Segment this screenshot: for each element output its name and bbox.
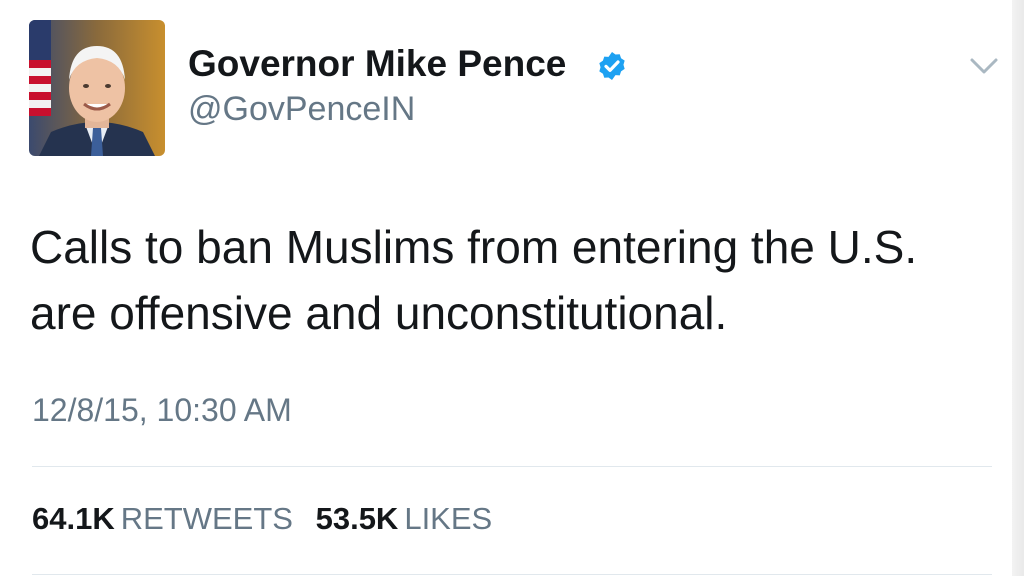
verified-badge-icon	[599, 52, 625, 80]
divider	[32, 466, 992, 467]
tweet-timestamp[interactable]: 12/8/15, 10:30 AM	[32, 390, 292, 430]
likes-count: 53.5K	[315, 501, 399, 536]
likes-stat[interactable]: 53.5K LIKES	[316, 498, 493, 540]
user-handle[interactable]: @GovPenceIN	[188, 88, 415, 130]
retweets-stat[interactable]: 64.1K RETWEETS	[32, 498, 293, 540]
chevron-down-icon[interactable]	[968, 54, 1000, 78]
avatar-photo	[29, 20, 165, 156]
retweets-label: RETWEETS	[120, 501, 293, 536]
retweets-count: 64.1K	[32, 501, 115, 536]
divider	[32, 574, 992, 575]
engagement-stats: 64.1K RETWEETS 53.5K LIKES	[32, 498, 506, 540]
tweet-text: Calls to ban Muslims from entering the U…	[30, 221, 918, 339]
avatar[interactable]	[29, 20, 165, 156]
scrollbar[interactable]	[1012, 0, 1024, 576]
display-name[interactable]: Governor Mike Pence	[188, 42, 566, 86]
likes-label: LIKES	[404, 501, 493, 536]
